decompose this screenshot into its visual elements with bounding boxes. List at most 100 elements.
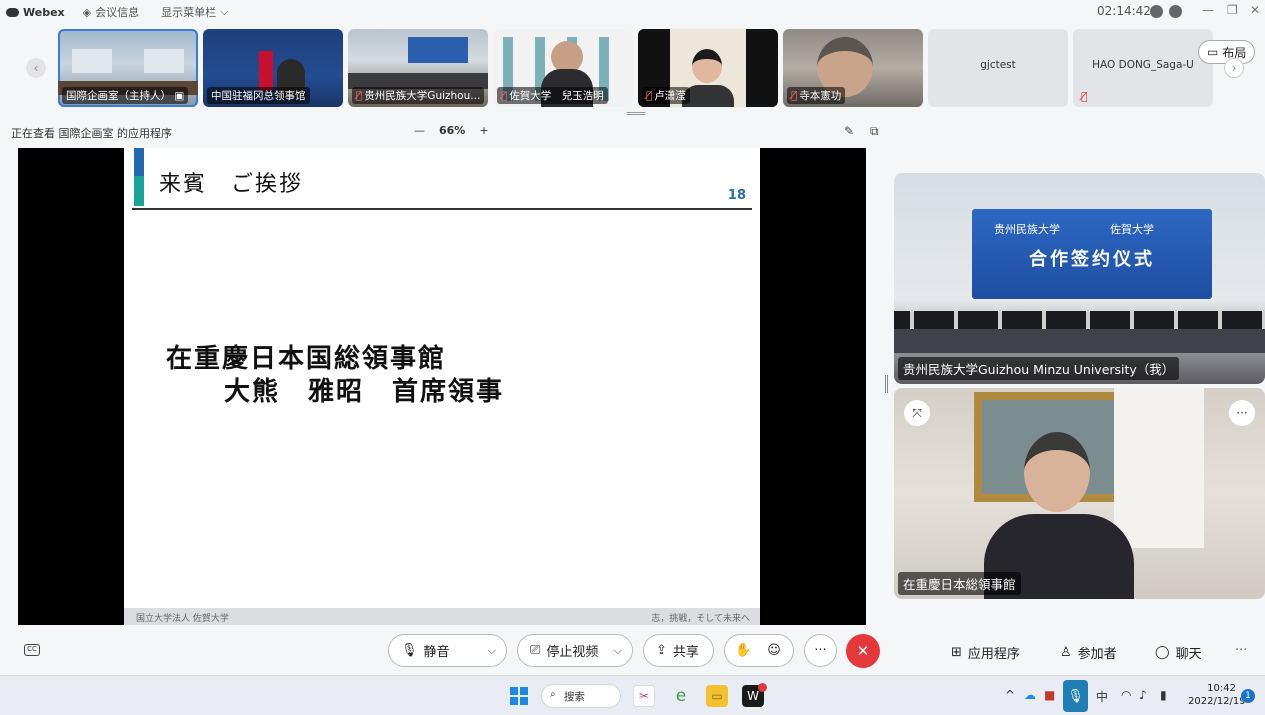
chat-icon: ◯ [1155,645,1170,660]
close-icon: ✕ [856,642,870,660]
signal-icon[interactable] [1169,5,1182,18]
slide-footer-right: 志，挑戦，そして未来へ [651,614,750,624]
wifi-icon[interactable]: ◠ [1121,688,1131,702]
chat-button[interactable]: ◯ 聊天 [1155,643,1202,662]
share-icon: ⇪ [656,643,667,658]
chevron-down-icon[interactable]: ⌵ [614,644,622,658]
delegates-row [894,311,1265,331]
stop-video-label: 停止视频 [546,645,599,660]
windows-logo-tile [520,687,528,695]
more-label: ··· [814,643,827,658]
meeting-timer: 02:14:42 [1097,4,1151,18]
participant-tile[interactable]: 🎙̸ 卢潇滢 [638,29,778,107]
notification-badge[interactable]: 1 [1241,689,1255,703]
captions-icon[interactable]: CC [24,644,40,656]
more-options-button[interactable]: ··· [804,634,837,667]
chevron-up-icon[interactable]: ^ [1005,688,1015,702]
camera-icon: ⎚ [530,643,541,658]
participant-tile[interactable]: HAO DONG_Saga-U 🎙̸ [1073,29,1213,107]
close-window-button[interactable]: ✕ [1250,3,1260,17]
apps-button[interactable]: ⊞ 应用程序 [951,643,1020,662]
shared-content: 来賓 ご挨拶 18 在重慶日本国総領事館 大熊 雅昭 首席領事 国立大学法人 佐… [18,148,866,625]
speaker-video-panel[interactable]: ⤧ ··· 在重慶日本総領事館 [894,388,1265,599]
slide-page-number: 18 [727,188,746,203]
slide-divider [132,208,752,210]
file-explorer-icon[interactable]: ▭ [706,685,728,707]
apps-label: 应用程序 [967,647,1020,662]
microphone-tray-icon[interactable]: 🎙 [1063,680,1088,712]
meeting-info-button[interactable]: ◈ 会议信息 [83,4,139,20]
stop-video-button[interactable]: ⎚ 停止视频 ⌵ [517,634,633,667]
more-label: ··· [1235,643,1248,658]
clock-time: 10:42 [1207,683,1236,694]
banner-title: 合作签约仪式 [1029,249,1155,270]
pin-icon: ⤧ [912,405,922,420]
mic-muted-icon: 🎙̸ [1081,90,1088,103]
taskbar-search[interactable]: ⌕ 搜索 [541,684,621,708]
video-more-button[interactable]: ··· [1229,400,1255,426]
start-button[interactable] [510,687,528,705]
mic-muted-icon: 🎙̸ [791,90,798,102]
edge-browser-icon[interactable]: e [670,685,692,707]
share-label: 共享 [672,645,699,660]
participant-tile[interactable]: gjctest [928,29,1068,107]
participant-tile-host[interactable]: 国際企画室（主持人） ▣ [58,29,198,107]
participant-tile[interactable]: 🎙̸ 佐賀大学 兒玉浩明 [493,29,633,107]
volume-icon[interactable]: ♪ [1139,688,1147,702]
slide-footer-left: 国立大学法人 佐賀大学 [136,614,229,624]
onedrive-icon[interactable]: ☁ [1024,688,1036,702]
snipping-tool-icon[interactable]: ✂ [633,685,655,707]
restore-button[interactable]: ❐ [1227,3,1238,17]
participant-tile[interactable]: 🎙̸ 寺本憲功 [783,29,923,107]
panel-more-button[interactable]: ··· [1235,643,1247,658]
annotate-icon[interactable]: ✎ [844,124,854,138]
participant-tile[interactable]: 中国驻福冈总领事馆 [203,29,343,107]
chevron-down-icon[interactable]: ⌵ [488,644,496,658]
show-menu-button[interactable]: 显示菜单栏 ⌵ [161,4,228,20]
raise-hand-icon[interactable]: ✋ [735,643,751,658]
participant-name: HAO DONG_Saga-U [1092,59,1194,71]
strip-resize-handle[interactable] [627,112,645,115]
participants-button[interactable]: ♙ 参加者 [1060,643,1117,662]
mic-muted-icon: 🎙̸ [501,90,508,102]
popout-icon[interactable]: ⧉ [870,124,879,139]
pin-button[interactable]: ⤧ [904,400,930,426]
strip-prev-button[interactable]: ‹ [26,58,46,78]
status-icon[interactable] [1150,5,1163,18]
panel-resize-handle[interactable] [885,375,888,393]
room-screen [72,49,112,73]
windows-taskbar: ⌕ 搜索 ✂ e ▭ W ^ ☁ ■ 🎙 中 ◠ ♪ ▮ 10:42 2022/… [0,675,1265,715]
flag-image [259,51,273,91]
chevron-down-icon: ⌵ [220,5,229,18]
zoom-out-button[interactable]: — [414,124,425,137]
webex-logo: Webex [6,6,65,19]
app-name: Webex [23,5,65,19]
emoji-icon[interactable]: ☺ [767,643,781,658]
slide-accent-bar [134,148,144,176]
battery-icon[interactable]: ▮ [1160,688,1167,702]
self-video-panel[interactable]: 贵州民族大学 佐賀大学 合作签约仪式 贵州民族大学Guizhou Minzu U… [894,173,1265,384]
app-tray-icon[interactable]: ■ [1044,688,1055,702]
zoom-in-button[interactable]: + [479,124,488,137]
mute-label: 静音 [423,645,450,660]
minimize-button[interactable]: — [1202,3,1214,17]
participants-label: 参加者 [1077,647,1117,662]
strip-next-button[interactable]: › [1224,58,1244,78]
input-method-icon[interactable]: 中 [1096,688,1108,705]
webex-logo-icon [6,7,19,17]
room-banner [408,37,468,63]
share-button[interactable]: ⇪ 共享 [643,634,714,667]
meeting-info-label: 会议信息 [95,6,140,19]
participant-name: 🎙̸ 佐賀大学 兒玉浩明 [497,87,608,104]
participant-tile[interactable]: 🎙̸ 贵州民族大学Guizhou... [348,29,488,107]
mute-button[interactable]: 🎙 静音 ⌵ [388,634,507,667]
banner-university-left: 贵州民族大学 [994,223,1060,236]
shield-icon: ◈ [82,5,92,19]
slide-footer: 国立大学法人 佐賀大学 志，挑戦，そして未来へ [124,608,760,625]
participant-name: gjctest [980,59,1016,71]
windows-logo-tile [520,697,528,705]
speaker-video-name: 在重慶日本総領事館 [898,572,1021,595]
system-clock[interactable]: 10:42 2022/12/19 [1188,682,1246,708]
presentation-slide: 来賓 ご挨拶 18 在重慶日本国総領事館 大熊 雅昭 首席領事 国立大学法人 佐… [124,148,760,625]
end-call-button[interactable]: ✕ [846,634,880,668]
